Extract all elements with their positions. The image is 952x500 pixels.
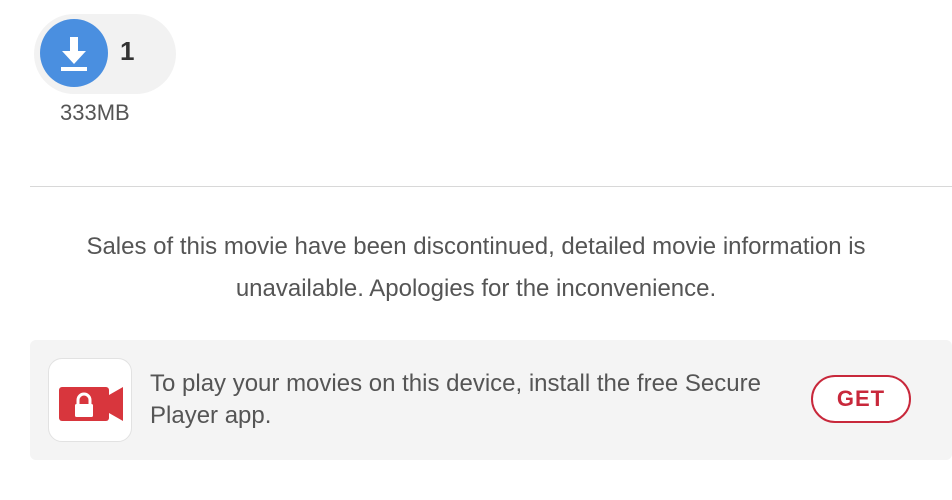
- download-size: 333MB: [60, 100, 130, 125]
- secure-player-promo: To play your movies on this device, inst…: [30, 340, 952, 460]
- download-count: 1: [120, 36, 135, 66]
- get-app-button[interactable]: GET: [811, 375, 911, 423]
- divider: [30, 186, 952, 187]
- download-button[interactable]: [40, 19, 108, 87]
- secure-player-app-icon: [48, 358, 132, 442]
- video-camera-lock-icon: [59, 387, 123, 421]
- discontinued-notice: Sales of this movie have been discontinu…: [86, 233, 866, 302]
- download-arrow-icon: [61, 37, 87, 71]
- promo-text: To play your movies on this device, inst…: [150, 370, 761, 429]
